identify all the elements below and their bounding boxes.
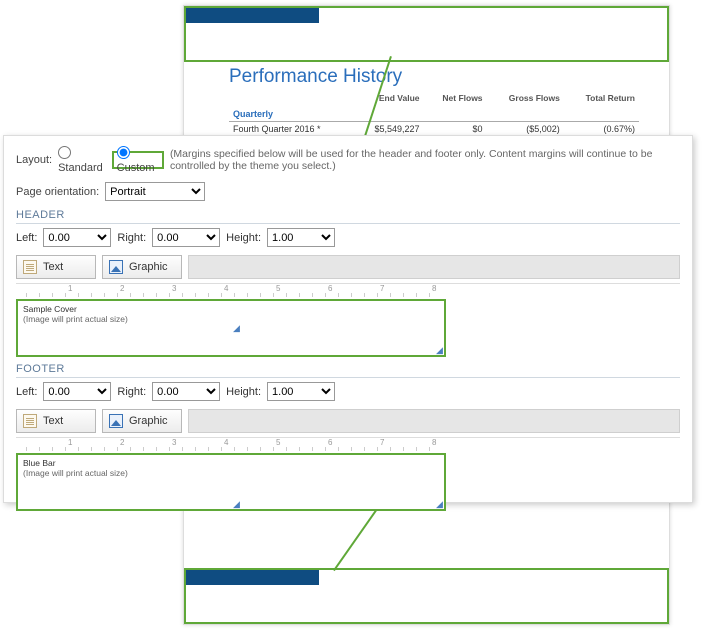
- resize-grip-icon[interactable]: ◢: [436, 501, 442, 507]
- radio-custom[interactable]: Custom: [117, 146, 159, 174]
- layout-label: Layout:: [16, 154, 52, 166]
- layout-row: Layout: Standard Custom (Margins specifi…: [16, 146, 680, 174]
- header-edit-zone[interactable]: Sample Cover (Image will print actual si…: [16, 299, 446, 357]
- footer-left-select[interactable]: 0.00: [43, 382, 111, 401]
- footer-height-select[interactable]: 1.00: [267, 382, 335, 401]
- header-callout-box: [184, 6, 669, 62]
- header-right-select[interactable]: 0.00: [152, 228, 220, 247]
- radio-custom-input[interactable]: [117, 146, 130, 159]
- header-graphic-tab[interactable]: Graphic: [102, 255, 182, 279]
- footer-ruler: 12345678: [16, 437, 680, 451]
- col-end-value: End Value: [354, 91, 423, 105]
- col-total-return: Total Return: [564, 91, 639, 105]
- radio-standard[interactable]: Standard: [58, 146, 106, 174]
- header-toolbar: Text Graphic: [16, 253, 680, 281]
- footer-edit-zone[interactable]: Blue Bar (Image will print actual size) …: [16, 453, 446, 511]
- text-icon: [23, 260, 37, 274]
- col-gross-flows: Gross Flows: [487, 91, 564, 105]
- radio-custom-highlight: Custom: [112, 151, 164, 169]
- resize-grip-icon[interactable]: ◢: [436, 347, 442, 353]
- footer-right-select[interactable]: 0.00: [152, 382, 220, 401]
- section-quarterly: Quarterly: [229, 105, 639, 122]
- footer-toolbar: Text Graphic: [16, 407, 680, 435]
- footer-callout-box: [184, 568, 669, 624]
- footer-zone-title: Blue Bar: [23, 458, 439, 468]
- footer-zone-sub: (Image will print actual size): [23, 468, 439, 478]
- graphic-icon: [109, 414, 123, 428]
- toolbar-spacer: [188, 409, 680, 433]
- header-zone-title: Sample Cover: [23, 304, 439, 314]
- left-label: Left:: [16, 386, 37, 398]
- header-left-select[interactable]: 0.00: [43, 228, 111, 247]
- footer-blue-bar: [186, 570, 319, 585]
- toolbar-spacer: [188, 255, 680, 279]
- right-label: Right:: [117, 386, 146, 398]
- left-label: Left:: [16, 232, 37, 244]
- page-title: Performance History: [229, 66, 402, 88]
- resize-grip-icon[interactable]: ◢: [233, 325, 239, 331]
- header-margins: Left: 0.00 Right: 0.00 Height: 1.00: [16, 228, 680, 247]
- orientation-label: Page orientation:: [16, 186, 99, 198]
- header-section-title: HEADER: [16, 209, 680, 224]
- header-height-select[interactable]: 1.00: [267, 228, 335, 247]
- layout-dialog: Layout: Standard Custom (Margins specifi…: [3, 135, 693, 503]
- orientation-select[interactable]: Portrait: [105, 182, 205, 201]
- radio-standard-input[interactable]: [58, 146, 71, 159]
- footer-section-title: FOOTER: [16, 363, 680, 378]
- height-label: Height:: [226, 232, 261, 244]
- text-icon: [23, 414, 37, 428]
- resize-grip-icon[interactable]: ◢: [233, 501, 239, 507]
- col-net-flows: Net Flows: [424, 91, 487, 105]
- header-ruler: 12345678: [16, 283, 680, 297]
- footer-text-tab[interactable]: Text: [16, 409, 96, 433]
- footer-graphic-tab[interactable]: Graphic: [102, 409, 182, 433]
- header-zone-sub: (Image will print actual size): [23, 314, 439, 324]
- graphic-icon: [109, 260, 123, 274]
- footer-margins: Left: 0.00 Right: 0.00 Height: 1.00: [16, 382, 680, 401]
- table-row: Fourth Quarter 2016 * $5,549,227 $0 ($5,…: [229, 122, 639, 137]
- header-text-tab[interactable]: Text: [16, 255, 96, 279]
- right-label: Right:: [117, 232, 146, 244]
- height-label: Height:: [226, 386, 261, 398]
- orientation-row: Page orientation: Portrait: [16, 182, 680, 201]
- col-blank: [229, 91, 354, 105]
- layout-hint: (Margins specified below will be used fo…: [170, 148, 680, 172]
- header-blue-bar: [186, 8, 319, 23]
